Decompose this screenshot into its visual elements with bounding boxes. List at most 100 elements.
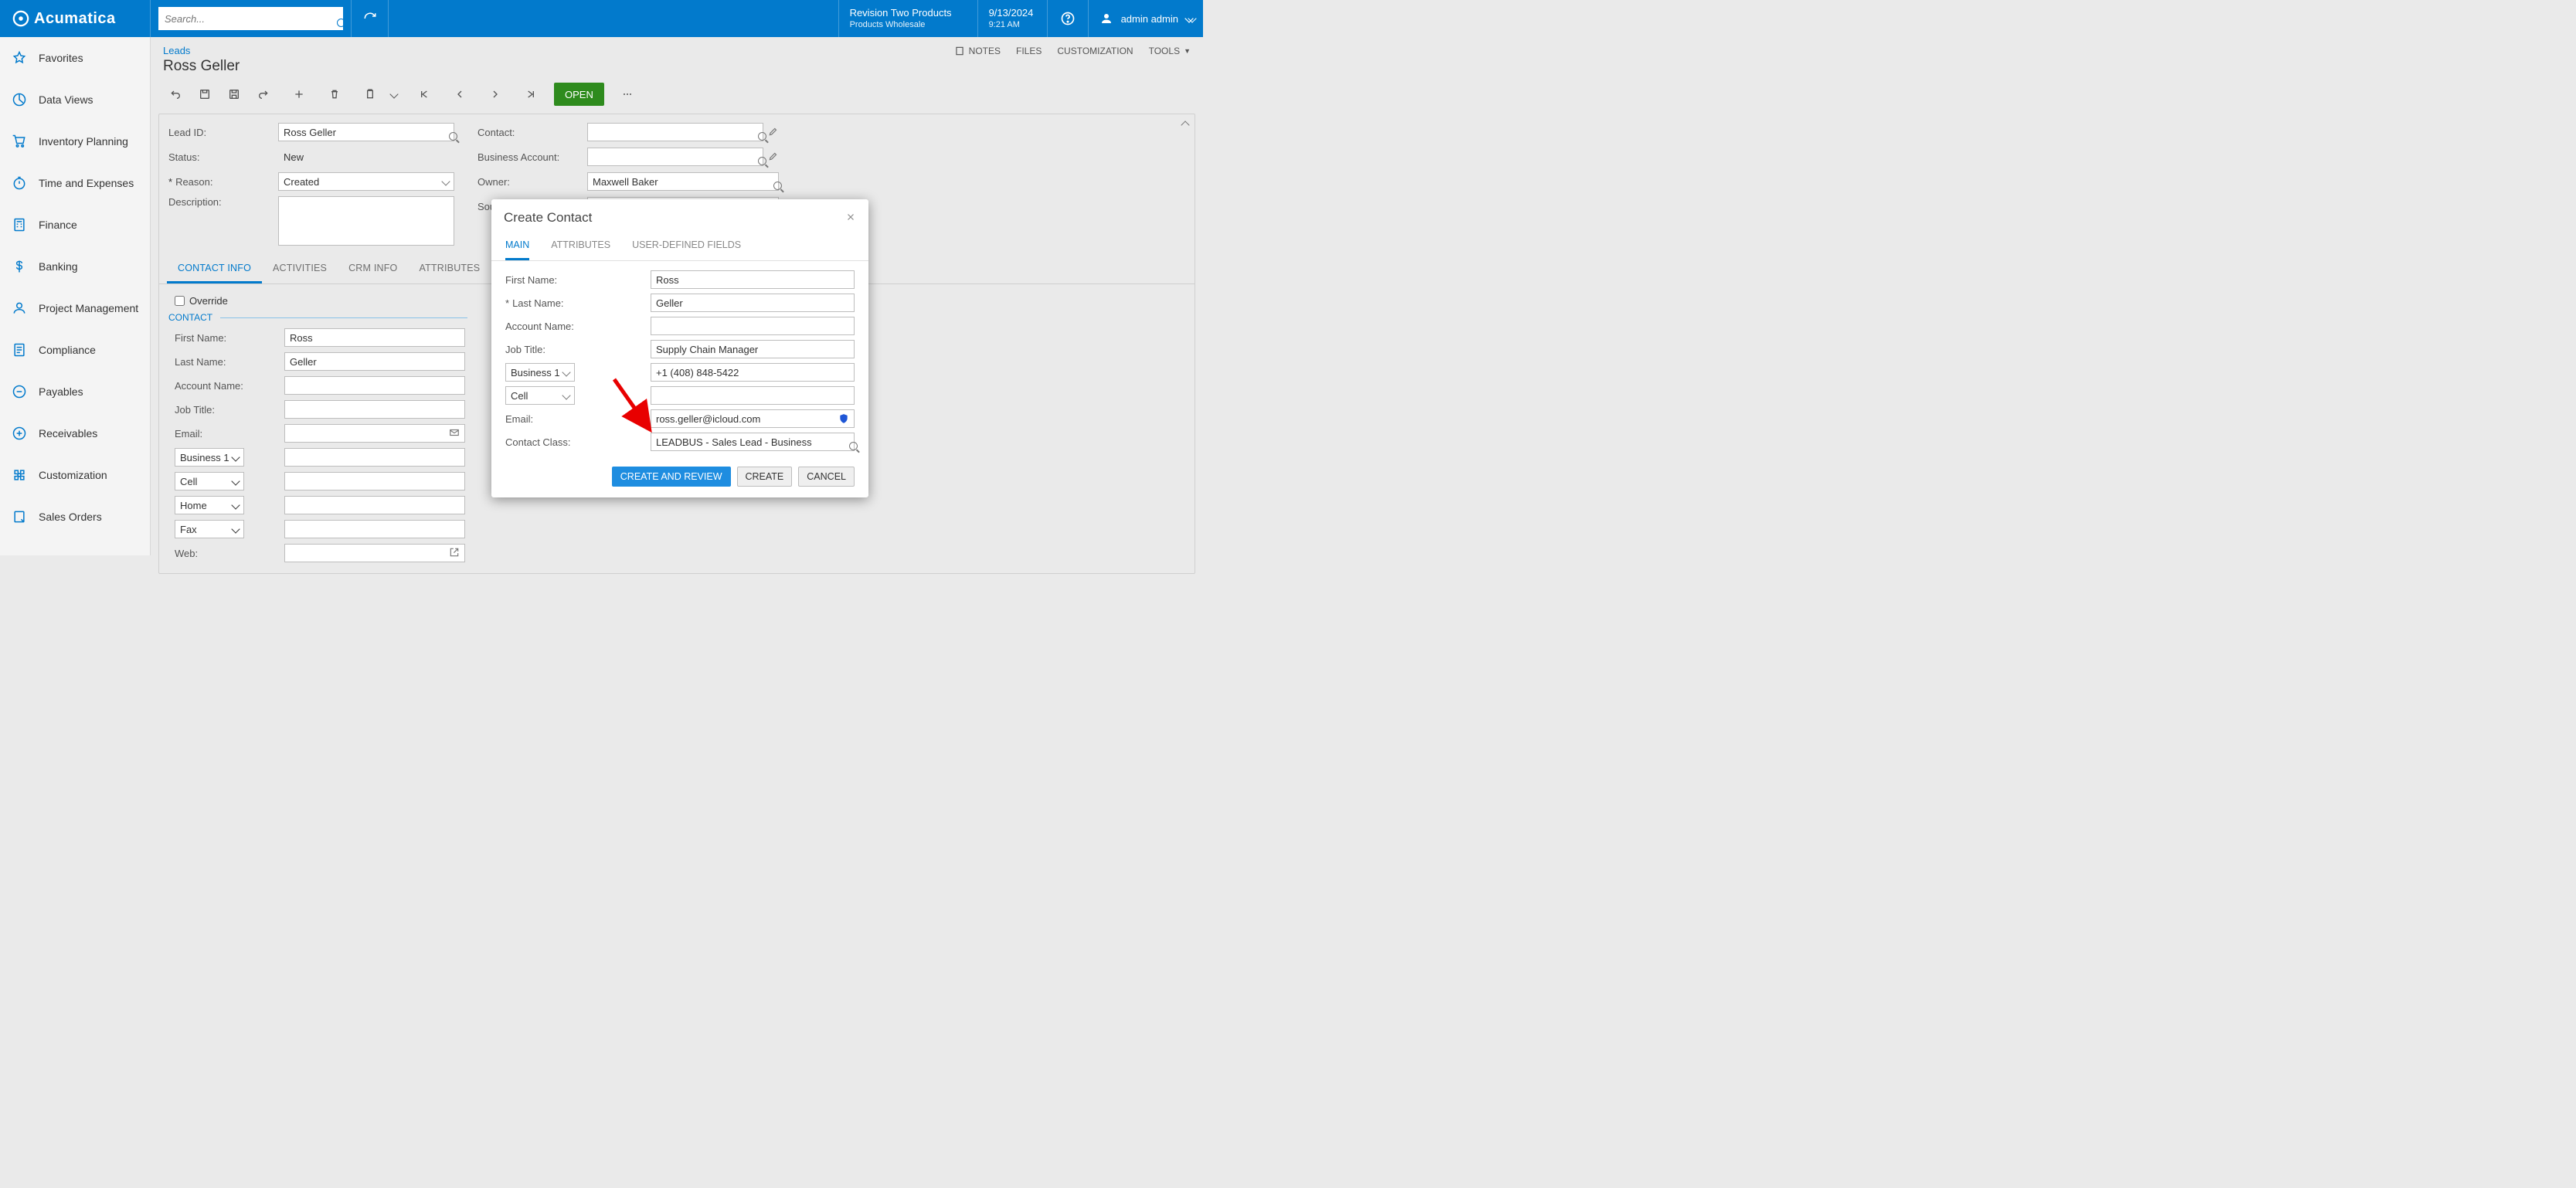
save-close-button[interactable] <box>192 83 217 106</box>
back-button[interactable] <box>163 83 188 106</box>
lead-id-label: Lead ID: <box>168 127 278 138</box>
account-name-input[interactable] <box>284 376 465 395</box>
open-button[interactable]: OPEN <box>554 83 604 106</box>
dollar-icon <box>11 258 28 275</box>
modal-phone1-type-select[interactable]: Business 1 <box>505 363 575 382</box>
trash-icon <box>328 88 341 100</box>
phone2-input[interactable] <box>284 472 465 490</box>
copy-button[interactable] <box>358 83 382 106</box>
user-menu[interactable]: admin admin <box>1088 0 1203 37</box>
tenant-selector[interactable]: Revision Two Products Products Wholesale <box>838 0 977 37</box>
modal-close-button[interactable] <box>845 212 856 225</box>
sidebar-item-finance[interactable]: Finance <box>0 204 150 246</box>
modal-contact-class-input[interactable]: LEADBUS - Sales Lead - Business <box>651 433 855 451</box>
sidebar-item-compliance[interactable]: Compliance <box>0 329 150 371</box>
phone3-input[interactable] <box>284 496 465 514</box>
email-input[interactable] <box>284 424 465 443</box>
chevron-up-icon <box>1181 120 1189 129</box>
last-name-input[interactable]: Geller <box>284 352 465 371</box>
tab-contact-info[interactable]: CONTACT INFO <box>167 255 262 283</box>
modal-first-name-input[interactable]: Ross <box>651 270 855 289</box>
help-button[interactable] <box>1047 0 1088 37</box>
collapse-button[interactable] <box>1182 119 1188 131</box>
modal-email-input[interactable]: ross.geller@icloud.com <box>651 409 855 428</box>
first-button[interactable] <box>412 83 437 106</box>
web-input[interactable] <box>284 544 465 562</box>
notes-link[interactable]: NOTES <box>954 45 1001 56</box>
chart-icon <box>11 91 28 108</box>
modal-tab-main[interactable]: MAIN <box>505 232 529 260</box>
reason-select[interactable]: Created <box>278 172 454 191</box>
modal-email-label: Email: <box>505 413 651 425</box>
sidebar-item-payables[interactable]: Payables <box>0 371 150 412</box>
modal-account-name-input[interactable] <box>651 317 855 335</box>
first-name-input[interactable]: Ross <box>284 328 465 347</box>
modal-last-name-input[interactable]: Geller <box>651 294 855 312</box>
sidebar-item-banking[interactable]: Banking <box>0 246 150 287</box>
minus-circle-icon <box>11 383 28 400</box>
note-icon <box>954 46 965 56</box>
logo[interactable]: Acumatica <box>0 0 151 37</box>
sidebar-item-time[interactable]: Time and Expenses <box>0 162 150 204</box>
phone1-input[interactable] <box>284 448 465 467</box>
modal-job-title-input[interactable]: Supply Chain Manager <box>651 340 855 358</box>
edit-account-button[interactable] <box>768 151 779 164</box>
discard-button[interactable] <box>251 83 276 106</box>
sidebar-item-receivables[interactable]: Receivables <box>0 412 150 454</box>
copy-dropdown[interactable] <box>387 83 401 106</box>
modal-phone2-input[interactable] <box>651 386 855 405</box>
datetime-display[interactable]: 9/13/2024 9:21 AM <box>977 0 1047 37</box>
phone4-input[interactable] <box>284 520 465 538</box>
phone2-type-select[interactable]: Cell <box>175 472 244 490</box>
modal-tab-attributes[interactable]: ATTRIBUTES <box>551 232 610 260</box>
files-link[interactable]: FILES <box>1016 45 1042 56</box>
modal-phone1-input[interactable]: +1 (408) 848-5422 <box>651 363 855 382</box>
star-icon <box>11 49 28 66</box>
create-and-review-button[interactable]: CREATE AND REVIEW <box>612 467 731 487</box>
breadcrumb[interactable]: Leads <box>163 45 190 56</box>
sidebar-item-favorites[interactable]: Favorites <box>0 37 150 79</box>
override-checkbox[interactable] <box>175 296 185 306</box>
delete-button[interactable] <box>322 83 347 106</box>
description-input[interactable] <box>278 196 454 246</box>
tab-activities[interactable]: ACTIVITIES <box>262 255 338 283</box>
calculator-icon <box>11 216 28 233</box>
contact-input[interactable] <box>587 123 763 141</box>
sidebar-item-customization[interactable]: Customization <box>0 454 150 496</box>
modal-tab-udf[interactable]: USER-DEFINED FIELDS <box>632 232 741 260</box>
refresh-button[interactable] <box>352 0 389 37</box>
sidebar-item-sales-orders[interactable]: Sales Orders <box>0 496 150 538</box>
modal-phone2-type-select[interactable]: Cell <box>505 386 575 405</box>
prev-button[interactable] <box>447 83 472 106</box>
search-input[interactable] <box>158 7 343 30</box>
phone1-type-select[interactable]: Business 1 <box>175 448 244 467</box>
business-account-input[interactable] <box>587 148 763 166</box>
undo-icon <box>169 88 182 100</box>
last-button[interactable] <box>518 83 543 106</box>
owner-input[interactable]: Maxwell Baker <box>587 172 779 191</box>
edit-contact-button[interactable] <box>768 126 779 139</box>
stopwatch-icon <box>11 175 28 192</box>
phone3-type-select[interactable]: Home <box>175 496 244 514</box>
sidebar-item-project[interactable]: Project Management <box>0 287 150 329</box>
chevron-down-icon <box>562 368 570 376</box>
toolbar: OPEN <box>151 83 1203 114</box>
sidebar-item-data-views[interactable]: Data Views <box>0 79 150 120</box>
next-icon <box>489 88 501 100</box>
save-button[interactable] <box>222 83 246 106</box>
job-title-input[interactable] <box>284 400 465 419</box>
tab-crm-info[interactable]: CRM INFO <box>338 255 408 283</box>
customization-link[interactable]: CUSTOMIZATION <box>1057 45 1133 56</box>
tools-link[interactable]: TOOLS ▼ <box>1149 45 1191 56</box>
mail-icon <box>449 427 460 440</box>
cancel-button[interactable]: CANCEL <box>798 467 855 487</box>
phone4-type-select[interactable]: Fax <box>175 520 244 538</box>
sidebar-item-inventory[interactable]: Inventory Planning <box>0 120 150 162</box>
tab-attributes[interactable]: ATTRIBUTES <box>408 255 491 283</box>
next-button[interactable] <box>483 83 508 106</box>
new-button[interactable] <box>287 83 311 106</box>
more-button[interactable] <box>615 83 640 106</box>
create-button[interactable]: CREATE <box>737 467 793 487</box>
save-close-icon <box>199 88 211 100</box>
lead-id-input[interactable]: Ross Geller <box>278 123 454 141</box>
